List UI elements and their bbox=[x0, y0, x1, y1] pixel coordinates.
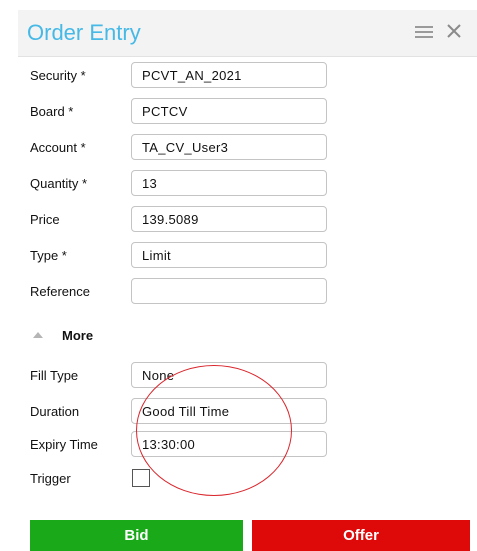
board-input[interactable]: PCTCV bbox=[131, 98, 327, 124]
price-row: Price 139.5089 bbox=[30, 206, 360, 234]
close-icon[interactable] bbox=[446, 23, 462, 39]
type-row: Type * Limit bbox=[30, 242, 360, 270]
more-label: More bbox=[62, 328, 94, 343]
hamburger-menu-icon[interactable] bbox=[415, 25, 433, 39]
board-row: Board * PCTCV bbox=[30, 98, 360, 126]
fill-type-row: Fill Type None bbox=[30, 362, 360, 390]
reference-input[interactable] bbox=[131, 278, 327, 304]
type-label: Type * bbox=[30, 248, 67, 263]
caret-up-icon bbox=[33, 332, 43, 338]
reference-label: Reference bbox=[30, 284, 90, 299]
security-row: Security * PCVT_AN_2021 bbox=[30, 62, 360, 90]
duration-select[interactable]: Good Till Time bbox=[131, 398, 327, 424]
order-entry-panel: Order Entry Security * PCVT_AN_2021 Boar… bbox=[18, 10, 477, 551]
security-label: Security * bbox=[30, 68, 86, 83]
expiry-time-row: Expiry Time 13:30:00 bbox=[30, 431, 360, 459]
account-label: Account * bbox=[30, 140, 86, 155]
offer-button[interactable]: Offer bbox=[252, 520, 470, 551]
price-input[interactable]: 139.5089 bbox=[131, 206, 327, 232]
security-input[interactable]: PCVT_AN_2021 bbox=[131, 62, 327, 88]
trigger-row: Trigger bbox=[30, 468, 360, 496]
trigger-label: Trigger bbox=[30, 471, 71, 486]
duration-row: Duration Good Till Time bbox=[30, 398, 360, 426]
quantity-input[interactable]: 13 bbox=[131, 170, 327, 196]
trigger-checkbox[interactable] bbox=[132, 469, 150, 487]
panel-header: Order Entry bbox=[18, 10, 477, 57]
type-select[interactable]: Limit bbox=[131, 242, 327, 268]
fill-type-select[interactable]: None bbox=[131, 362, 327, 388]
quantity-label: Quantity * bbox=[30, 176, 88, 191]
price-label: Price bbox=[30, 212, 60, 227]
bid-button[interactable]: Bid bbox=[30, 520, 243, 551]
account-row: Account * TA_CV_User3 bbox=[30, 134, 360, 162]
reference-row: Reference bbox=[30, 278, 360, 306]
more-toggle[interactable]: More bbox=[30, 326, 150, 348]
duration-label: Duration bbox=[30, 404, 80, 419]
board-label: Board * bbox=[30, 104, 74, 119]
fill-type-label: Fill Type bbox=[30, 368, 79, 383]
quantity-row: Quantity * 13 bbox=[30, 170, 360, 198]
expiry-time-label: Expiry Time bbox=[30, 437, 98, 452]
expiry-time-input[interactable]: 13:30:00 bbox=[131, 431, 327, 457]
panel-title: Order Entry bbox=[27, 20, 141, 45]
account-input[interactable]: TA_CV_User3 bbox=[131, 134, 327, 160]
